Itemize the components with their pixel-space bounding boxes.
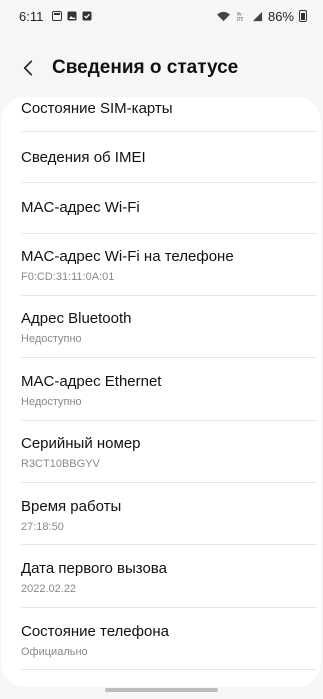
- list-item-serial-number[interactable]: Серийный номер R3CT10BBGYV: [1, 435, 321, 471]
- divider: [21, 357, 317, 358]
- status-list: Состояние SIM-карты Сведения об IMEI MAC…: [1, 97, 321, 687]
- item-value: F0:CD:31:11:0A:01: [21, 271, 115, 283]
- signal-icon: [252, 11, 263, 21]
- item-title: Состояние SIM-карты: [21, 100, 173, 117]
- list-item-phone-status[interactable]: Состояние телефона Официально: [1, 623, 321, 659]
- item-title: Время работы: [21, 498, 122, 515]
- item-title: Серийный номер: [21, 435, 141, 452]
- divider: [21, 544, 317, 545]
- back-button[interactable]: [10, 50, 46, 86]
- divider: [21, 182, 317, 183]
- chevron-left-icon: [23, 60, 33, 76]
- svg-text:LTE: LTE: [237, 16, 244, 21]
- checklist-icon: [82, 11, 92, 21]
- battery-percent: 86%: [267, 8, 294, 24]
- list-item-phone-wifi-mac[interactable]: MAC-адрес Wi-Fi на телефоне F0:CD:31:11:…: [1, 248, 321, 284]
- divider: [21, 482, 317, 483]
- item-value: 2022.02.22: [21, 583, 77, 595]
- status-time: 6:11: [19, 8, 44, 24]
- gallery-icon: [67, 11, 77, 21]
- list-item-ethernet-mac[interactable]: MAC-адрес Ethernet Недоступно: [1, 373, 321, 409]
- list-item-bluetooth-address[interactable]: Адрес Bluetooth Недоступно: [1, 310, 321, 346]
- item-title: MAC-адрес Wi-Fi: [21, 199, 140, 216]
- list-item-sim-status[interactable]: Состояние SIM-карты: [1, 100, 321, 118]
- list-item-uptime[interactable]: Время работы 27:18:50: [1, 498, 321, 534]
- item-title: Адрес Bluetooth: [21, 310, 132, 327]
- divider: [21, 131, 317, 132]
- notification-icon: [52, 11, 63, 21]
- status-bar-right: Vo LTE 86%: [216, 9, 307, 24]
- page-title: Сведения о статусе: [52, 57, 239, 78]
- divider: [21, 669, 317, 670]
- item-title: MAC-адрес Wi-Fi на телефоне: [21, 248, 234, 265]
- item-value: Недоступно: [21, 333, 82, 345]
- divider: [21, 233, 317, 234]
- volte-icon: VoLTE: [237, 11, 244, 21]
- header: Сведения о статусе: [0, 50, 323, 86]
- wifi-icon: [217, 11, 230, 21]
- battery-icon: [299, 10, 307, 22]
- list-item-imei[interactable]: Сведения об IMEI: [1, 149, 321, 167]
- item-value: 27:18:50: [21, 521, 64, 533]
- divider: [21, 420, 317, 421]
- status-bar-left: 6:11: [19, 9, 92, 24]
- divider: [21, 295, 317, 296]
- item-value: R3CT10BBGYV: [21, 458, 100, 470]
- list-item-first-call-date[interactable]: Дата первого вызова 2022.02.22: [1, 560, 321, 596]
- divider: [21, 607, 317, 608]
- item-title: MAC-адрес Ethernet: [21, 373, 162, 390]
- item-value: Официально: [21, 646, 88, 658]
- list-item-wifi-mac[interactable]: MAC-адрес Wi-Fi: [1, 199, 321, 217]
- item-title: Состояние телефона: [21, 623, 169, 640]
- item-title: Сведения об IMEI: [21, 149, 146, 166]
- item-title: Дата первого вызова: [21, 560, 167, 577]
- status-bar: 6:11 Vo LTE 86%: [0, 0, 323, 32]
- navigation-handle[interactable]: [105, 688, 218, 692]
- item-value: Недоступно: [21, 396, 82, 408]
